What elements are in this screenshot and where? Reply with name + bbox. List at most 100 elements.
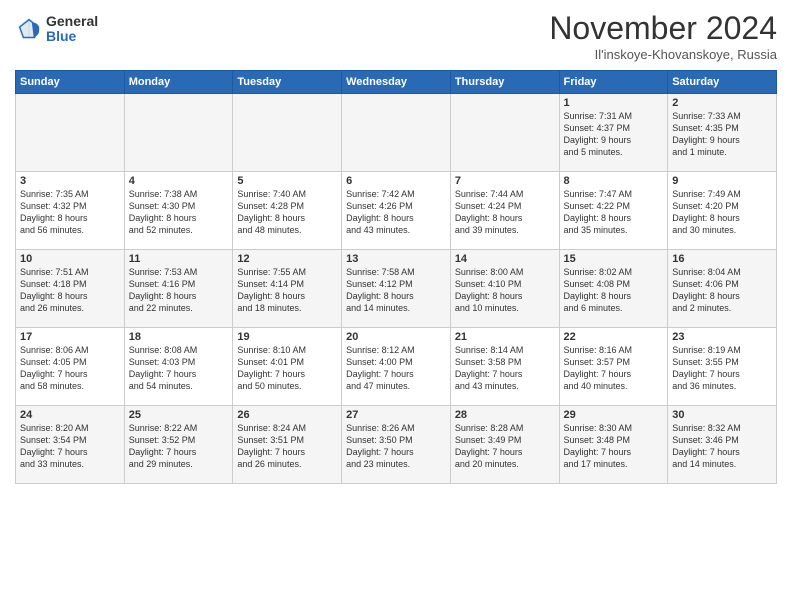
- day-info: Sunrise: 8:32 AM Sunset: 3:46 PM Dayligh…: [672, 422, 772, 471]
- day-number: 27: [346, 409, 446, 421]
- day-number: 1: [564, 97, 664, 109]
- week-row-1: 1Sunrise: 7:31 AM Sunset: 4:37 PM Daylig…: [16, 94, 777, 172]
- week-row-2: 3Sunrise: 7:35 AM Sunset: 4:32 PM Daylig…: [16, 172, 777, 250]
- table-cell: 27Sunrise: 8:26 AM Sunset: 3:50 PM Dayli…: [342, 406, 451, 484]
- day-number: 22: [564, 331, 664, 343]
- logo-icon: [15, 15, 43, 43]
- day-number: 7: [455, 175, 555, 187]
- day-number: 19: [237, 331, 337, 343]
- day-info: Sunrise: 7:58 AM Sunset: 4:12 PM Dayligh…: [346, 266, 446, 315]
- day-info: Sunrise: 7:31 AM Sunset: 4:37 PM Dayligh…: [564, 110, 664, 159]
- col-wednesday: Wednesday: [342, 71, 451, 94]
- table-cell: 17Sunrise: 8:06 AM Sunset: 4:05 PM Dayli…: [16, 328, 125, 406]
- table-cell: 30Sunrise: 8:32 AM Sunset: 3:46 PM Dayli…: [668, 406, 777, 484]
- day-number: 15: [564, 253, 664, 265]
- day-number: 4: [129, 175, 229, 187]
- day-number: 9: [672, 175, 772, 187]
- day-number: 13: [346, 253, 446, 265]
- day-info: Sunrise: 7:53 AM Sunset: 4:16 PM Dayligh…: [129, 266, 229, 315]
- table-cell: 24Sunrise: 8:20 AM Sunset: 3:54 PM Dayli…: [16, 406, 125, 484]
- table-cell: 11Sunrise: 7:53 AM Sunset: 4:16 PM Dayli…: [124, 250, 233, 328]
- day-info: Sunrise: 8:28 AM Sunset: 3:49 PM Dayligh…: [455, 422, 555, 471]
- table-cell: 20Sunrise: 8:12 AM Sunset: 4:00 PM Dayli…: [342, 328, 451, 406]
- logo-blue-text: Blue: [46, 29, 98, 44]
- day-info: Sunrise: 8:08 AM Sunset: 4:03 PM Dayligh…: [129, 344, 229, 393]
- day-info: Sunrise: 8:04 AM Sunset: 4:06 PM Dayligh…: [672, 266, 772, 315]
- table-cell: [233, 94, 342, 172]
- table-cell: 5Sunrise: 7:40 AM Sunset: 4:28 PM Daylig…: [233, 172, 342, 250]
- table-cell: 21Sunrise: 8:14 AM Sunset: 3:58 PM Dayli…: [450, 328, 559, 406]
- table-cell: [16, 94, 125, 172]
- title-block: November 2024 Il'inskoye-Khovanskoye, Ru…: [549, 10, 777, 62]
- table-cell: 3Sunrise: 7:35 AM Sunset: 4:32 PM Daylig…: [16, 172, 125, 250]
- col-sunday: Sunday: [16, 71, 125, 94]
- table-cell: 9Sunrise: 7:49 AM Sunset: 4:20 PM Daylig…: [668, 172, 777, 250]
- day-number: 8: [564, 175, 664, 187]
- day-info: Sunrise: 8:06 AM Sunset: 4:05 PM Dayligh…: [20, 344, 120, 393]
- day-number: 29: [564, 409, 664, 421]
- table-cell: [342, 94, 451, 172]
- day-number: 6: [346, 175, 446, 187]
- day-number: 30: [672, 409, 772, 421]
- calendar-table: Sunday Monday Tuesday Wednesday Thursday…: [15, 70, 777, 484]
- day-number: 12: [237, 253, 337, 265]
- day-number: 16: [672, 253, 772, 265]
- table-cell: 15Sunrise: 8:02 AM Sunset: 4:08 PM Dayli…: [559, 250, 668, 328]
- day-info: Sunrise: 7:35 AM Sunset: 4:32 PM Dayligh…: [20, 188, 120, 237]
- table-cell: 6Sunrise: 7:42 AM Sunset: 4:26 PM Daylig…: [342, 172, 451, 250]
- location: Il'inskoye-Khovanskoye, Russia: [549, 47, 777, 62]
- table-cell: 1Sunrise: 7:31 AM Sunset: 4:37 PM Daylig…: [559, 94, 668, 172]
- day-info: Sunrise: 8:19 AM Sunset: 3:55 PM Dayligh…: [672, 344, 772, 393]
- day-number: 20: [346, 331, 446, 343]
- day-info: Sunrise: 8:10 AM Sunset: 4:01 PM Dayligh…: [237, 344, 337, 393]
- day-info: Sunrise: 7:33 AM Sunset: 4:35 PM Dayligh…: [672, 110, 772, 159]
- day-number: 3: [20, 175, 120, 187]
- day-info: Sunrise: 8:16 AM Sunset: 3:57 PM Dayligh…: [564, 344, 664, 393]
- week-row-5: 24Sunrise: 8:20 AM Sunset: 3:54 PM Dayli…: [16, 406, 777, 484]
- logo-general-text: General: [46, 14, 98, 29]
- day-number: 24: [20, 409, 120, 421]
- day-info: Sunrise: 7:42 AM Sunset: 4:26 PM Dayligh…: [346, 188, 446, 237]
- col-monday: Monday: [124, 71, 233, 94]
- table-cell: 18Sunrise: 8:08 AM Sunset: 4:03 PM Dayli…: [124, 328, 233, 406]
- day-number: 5: [237, 175, 337, 187]
- table-cell: 19Sunrise: 8:10 AM Sunset: 4:01 PM Dayli…: [233, 328, 342, 406]
- day-info: Sunrise: 7:47 AM Sunset: 4:22 PM Dayligh…: [564, 188, 664, 237]
- day-info: Sunrise: 8:20 AM Sunset: 3:54 PM Dayligh…: [20, 422, 120, 471]
- header: General Blue November 2024 Il'inskoye-Kh…: [15, 10, 777, 62]
- table-cell: 14Sunrise: 8:00 AM Sunset: 4:10 PM Dayli…: [450, 250, 559, 328]
- day-info: Sunrise: 7:44 AM Sunset: 4:24 PM Dayligh…: [455, 188, 555, 237]
- table-cell: 25Sunrise: 8:22 AM Sunset: 3:52 PM Dayli…: [124, 406, 233, 484]
- day-number: 2: [672, 97, 772, 109]
- table-cell: 4Sunrise: 7:38 AM Sunset: 4:30 PM Daylig…: [124, 172, 233, 250]
- table-cell: 16Sunrise: 8:04 AM Sunset: 4:06 PM Dayli…: [668, 250, 777, 328]
- day-number: 17: [20, 331, 120, 343]
- logo: General Blue: [15, 14, 98, 45]
- day-number: 21: [455, 331, 555, 343]
- logo-text: General Blue: [46, 14, 98, 45]
- day-number: 26: [237, 409, 337, 421]
- day-info: Sunrise: 8:12 AM Sunset: 4:00 PM Dayligh…: [346, 344, 446, 393]
- day-info: Sunrise: 8:00 AM Sunset: 4:10 PM Dayligh…: [455, 266, 555, 315]
- day-number: 18: [129, 331, 229, 343]
- day-info: Sunrise: 7:40 AM Sunset: 4:28 PM Dayligh…: [237, 188, 337, 237]
- day-info: Sunrise: 7:38 AM Sunset: 4:30 PM Dayligh…: [129, 188, 229, 237]
- table-cell: 28Sunrise: 8:28 AM Sunset: 3:49 PM Dayli…: [450, 406, 559, 484]
- page-container: General Blue November 2024 Il'inskoye-Kh…: [0, 0, 792, 489]
- table-cell: 26Sunrise: 8:24 AM Sunset: 3:51 PM Dayli…: [233, 406, 342, 484]
- table-cell: 10Sunrise: 7:51 AM Sunset: 4:18 PM Dayli…: [16, 250, 125, 328]
- table-cell: 7Sunrise: 7:44 AM Sunset: 4:24 PM Daylig…: [450, 172, 559, 250]
- day-number: 14: [455, 253, 555, 265]
- col-saturday: Saturday: [668, 71, 777, 94]
- day-info: Sunrise: 7:51 AM Sunset: 4:18 PM Dayligh…: [20, 266, 120, 315]
- day-number: 10: [20, 253, 120, 265]
- day-info: Sunrise: 7:49 AM Sunset: 4:20 PM Dayligh…: [672, 188, 772, 237]
- day-number: 25: [129, 409, 229, 421]
- header-row: Sunday Monday Tuesday Wednesday Thursday…: [16, 71, 777, 94]
- table-cell: 13Sunrise: 7:58 AM Sunset: 4:12 PM Dayli…: [342, 250, 451, 328]
- col-friday: Friday: [559, 71, 668, 94]
- table-cell: [124, 94, 233, 172]
- day-info: Sunrise: 8:26 AM Sunset: 3:50 PM Dayligh…: [346, 422, 446, 471]
- day-info: Sunrise: 8:30 AM Sunset: 3:48 PM Dayligh…: [564, 422, 664, 471]
- day-info: Sunrise: 8:02 AM Sunset: 4:08 PM Dayligh…: [564, 266, 664, 315]
